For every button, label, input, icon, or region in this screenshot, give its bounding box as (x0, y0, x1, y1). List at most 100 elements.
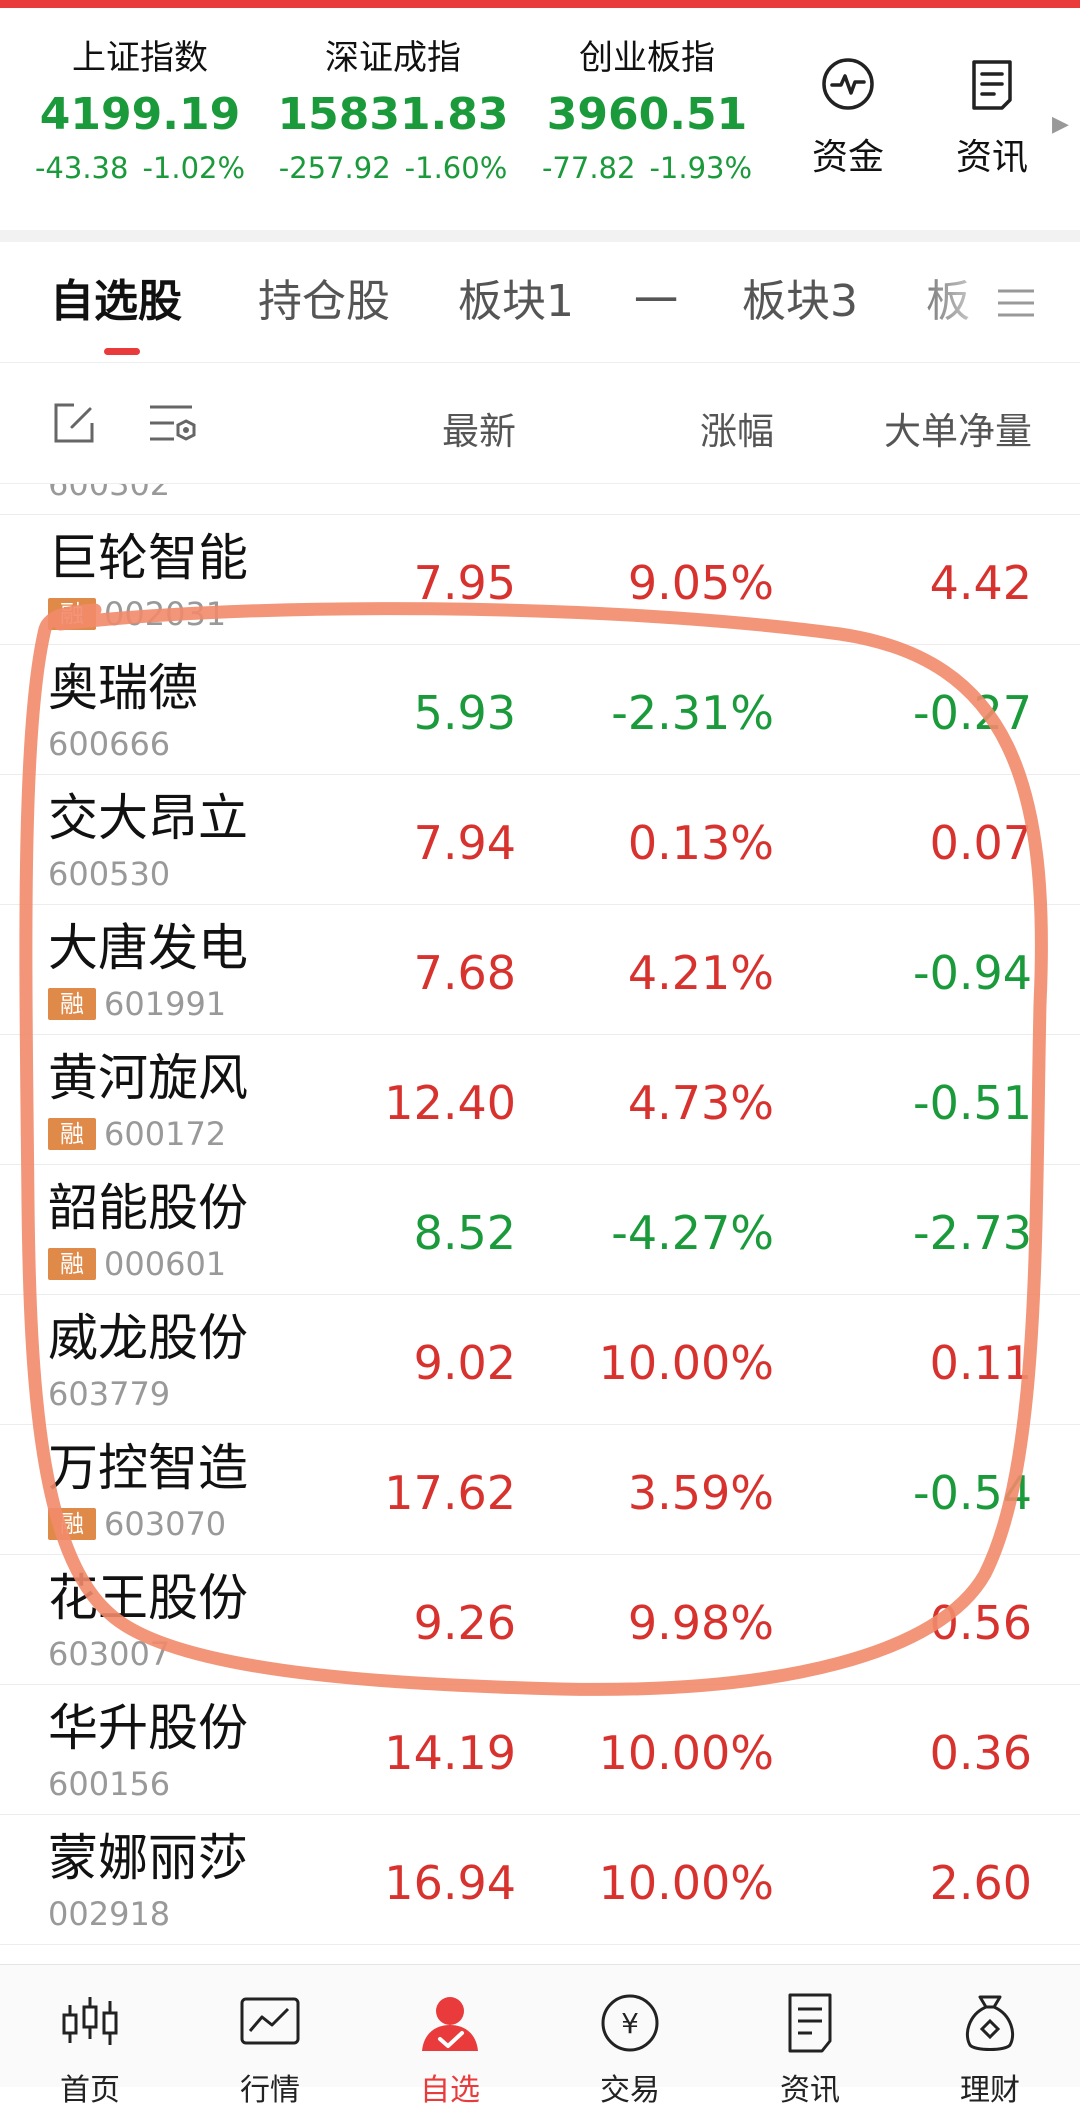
stock-code: 000601 (104, 1245, 227, 1283)
stock-big-order: -0.51 (912, 1076, 1032, 1130)
stock-sub: 融 601991 (48, 988, 226, 1020)
stock-big-order: -0.27 (912, 686, 1032, 740)
market-index-header: 上证指数 4199.19 -43.38 -1.02% 深证成指 15831.83 … (0, 8, 1080, 230)
stock-big-order: -0.54 (912, 1466, 1032, 1520)
index-sz[interactable]: 深证成指 15831.83 -257.92 -1.60% (268, 38, 518, 188)
table-row[interactable]: 大唐发电融 601991 7.68 4.21% -0.94 (0, 904, 1080, 1035)
nav-market[interactable]: 行情 (200, 1991, 340, 2109)
index-cyb[interactable]: 创业板指 3960.51 -77.82 -1.93% (522, 38, 772, 188)
stock-big-order: 0.11 (929, 1336, 1032, 1390)
money-bag-icon (958, 1991, 1022, 2055)
stock-big-order: 0.36 (929, 1726, 1032, 1780)
table-row[interactable]: 威龙股份 603779 9.02 10.00% 0.11 (0, 1294, 1080, 1425)
nav-label: 行情 (240, 2073, 300, 2108)
index-change-points: -257.92 (278, 151, 391, 185)
stock-price: 9.02 (413, 1336, 516, 1390)
stock-change-percent: -4.27% (611, 1206, 774, 1260)
stock-name: 花王股份 (48, 1569, 248, 1627)
stock-change-percent: 3.59% (627, 1466, 774, 1520)
stock-change-percent: 10.00% (598, 1856, 774, 1910)
stock-change-percent: 10.00% (598, 1726, 774, 1780)
news-button[interactable]: 资讯 (932, 56, 1052, 180)
nav-home[interactable]: 首页 (20, 1991, 160, 2109)
funds-label: 资金 (811, 137, 884, 178)
table-row[interactable]: 黄河旋风融 600172 12.40 4.73% -0.51 (0, 1034, 1080, 1165)
nav-trade[interactable]: ¥ 交易 (560, 1991, 700, 2109)
nav-label: 自选 (420, 2073, 480, 2108)
tab-holdings[interactable]: 持仓股 (258, 274, 390, 330)
tab-fade (900, 242, 1080, 361)
table-row[interactable]: 交大昂立 600530 7.94 0.13% 0.07 (0, 774, 1080, 905)
column-change[interactable]: 涨幅 (700, 401, 774, 455)
stock-code: 600172 (104, 1115, 227, 1153)
watchlist-tabs: 自选股 持仓股 板块1 一 板块3 板 (0, 242, 1080, 363)
stock-sub: 603007 (48, 1638, 170, 1670)
table-row[interactable]: 韶能股份融 000601 8.52 -4.27% -2.73 (0, 1164, 1080, 1295)
stock-sub: 600302 (48, 484, 170, 500)
svg-text:¥: ¥ (621, 2007, 639, 2040)
index-name: 上证指数 (72, 38, 208, 78)
nav-label: 理财 (960, 2073, 1020, 2108)
stock-change-percent: 9.05% (627, 556, 774, 610)
column-big-order[interactable]: 大单净量 (884, 401, 1032, 455)
bottom-navigation: 首页 行情 自选 ¥ 交易 资讯 理财 (0, 1964, 1080, 2108)
table-row-partial[interactable]: 600302 (0, 484, 1080, 515)
stock-name: 巨轮智能 (48, 529, 248, 587)
table-row[interactable]: 花王股份 603007 9.26 9.98% 0.56 (0, 1554, 1080, 1685)
stock-name: 韶能股份 (48, 1179, 248, 1237)
chart-icon (238, 1991, 302, 2055)
menu-icon[interactable] (996, 288, 1036, 318)
tab-sector-3[interactable]: 板块3 (742, 274, 858, 330)
nav-label: 首页 (60, 2073, 120, 2108)
stock-price: 8.52 (413, 1206, 516, 1260)
column-latest[interactable]: 最新 (442, 401, 516, 455)
nav-news[interactable]: 资讯 (740, 1991, 880, 2109)
index-change-percent: -1.60% (404, 151, 508, 185)
table-row[interactable]: 万控智造融 603070 17.62 3.59% -0.54 (0, 1424, 1080, 1555)
nav-wealth[interactable]: 理财 (920, 1991, 1060, 2109)
index-value: 3960.51 (546, 89, 748, 140)
stock-sub: 600530 (48, 858, 170, 890)
document-icon (964, 56, 1020, 112)
edit-icon[interactable] (52, 401, 96, 445)
stock-big-order: 4.42 (929, 556, 1032, 610)
stock-big-order: -2.73 (912, 1206, 1032, 1260)
stock-price: 7.95 (413, 556, 516, 610)
table-row[interactable]: 巨轮智能融 002031 7.95 9.05% 4.42 (0, 514, 1080, 645)
table-row[interactable]: 奥瑞德 600666 5.93 -2.31% -0.27 (0, 644, 1080, 775)
index-sh[interactable]: 上证指数 4199.19 -43.38 -1.02% (15, 38, 265, 188)
chevron-right-icon[interactable]: ▶ (1052, 112, 1069, 137)
stock-sub: 603779 (48, 1378, 170, 1410)
tab-sector-2[interactable]: 一 (634, 274, 678, 330)
index-name: 创业板指 (579, 38, 715, 78)
stock-sub: 融 600172 (48, 1118, 226, 1150)
table-row[interactable]: 蒙娜丽莎 002918 16.94 10.00% 2.60 (0, 1814, 1080, 1945)
stock-list[interactable]: 600302 巨轮智能融 002031 7.95 9.05% 4.42 奥瑞德 600666… (0, 484, 1080, 1964)
news-label: 资讯 (955, 137, 1028, 178)
stock-code: 002031 (104, 595, 227, 633)
stock-name: 万控智造 (48, 1439, 248, 1497)
yuan-coin-icon: ¥ (598, 1991, 662, 2055)
nav-watchlist[interactable]: 自选 (380, 1991, 520, 2109)
stock-code: 603070 (104, 1505, 227, 1543)
tab-sector-1[interactable]: 板块1 (458, 274, 574, 330)
nav-label: 交易 (600, 2073, 660, 2108)
top-accent-strip (0, 0, 1080, 8)
stock-price: 7.68 (413, 946, 516, 1000)
stock-code: 600156 (48, 1765, 171, 1803)
stock-change-percent: 9.98% (627, 1596, 774, 1650)
stock-price: 16.94 (384, 1856, 516, 1910)
document-icon (778, 1991, 842, 2055)
table-row[interactable]: 华升股份 600156 14.19 10.00% 0.36 (0, 1684, 1080, 1815)
stock-name: 奥瑞德 (48, 659, 198, 717)
stock-sub: 融 603070 (48, 1508, 226, 1540)
margin-badge: 融 (48, 988, 96, 1020)
stock-sub: 融 002031 (48, 598, 226, 630)
funds-button[interactable]: 资金 (788, 56, 908, 180)
filter-settings-icon[interactable] (148, 403, 200, 447)
nav-label: 资讯 (780, 2073, 840, 2108)
tab-watchlist[interactable]: 自选股 (50, 274, 182, 330)
stock-code: 002918 (48, 1895, 171, 1933)
margin-badge: 融 (48, 1248, 96, 1280)
column-header: 最新 涨幅 大单净量 (0, 363, 1080, 484)
